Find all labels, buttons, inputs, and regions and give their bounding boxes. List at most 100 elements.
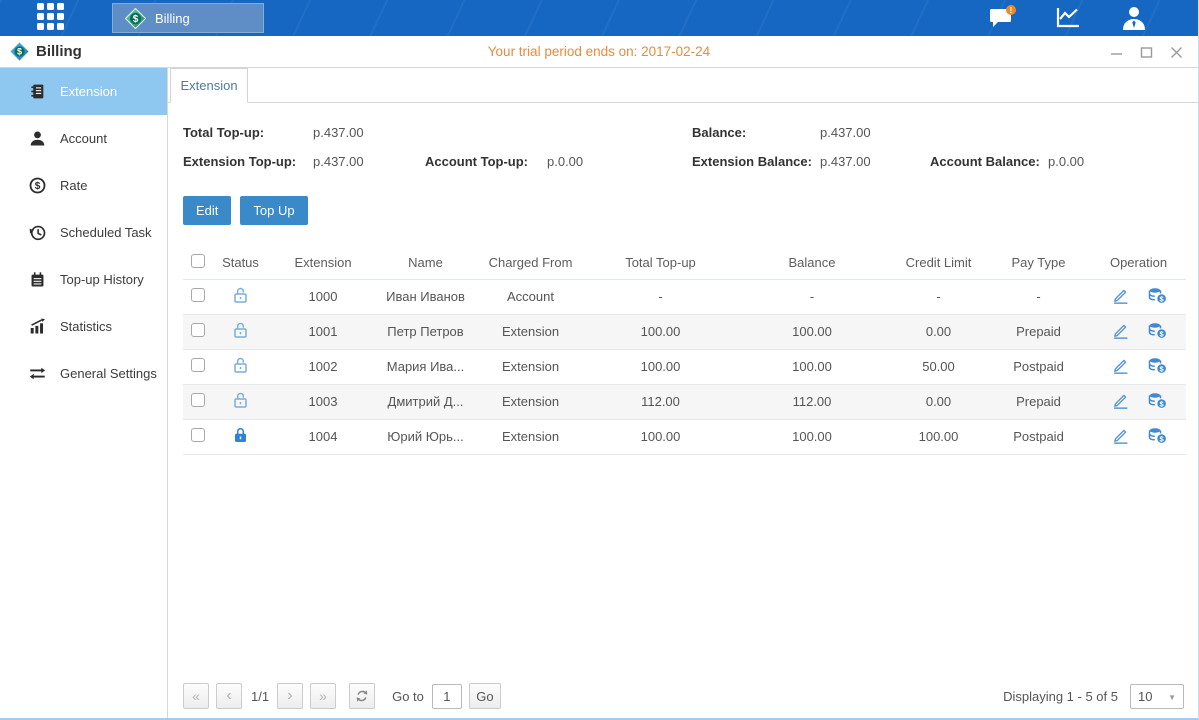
sidebar-item-top-up-history[interactable]: Top-up History [0, 256, 167, 303]
sidebar-item-label: Extension [60, 84, 117, 99]
cell-pay-type: Postpaid [986, 349, 1091, 384]
next-page-icon[interactable] [277, 683, 303, 709]
row-checkbox[interactable] [191, 393, 205, 407]
select-all-checkbox[interactable] [191, 254, 205, 268]
cell-total-top-up: 100.00 [588, 349, 733, 384]
col-extension: Extension [268, 247, 378, 279]
svg-text:$: $ [133, 14, 139, 25]
sidebar: Extension Account $ Rate [0, 68, 168, 718]
top-up-coins-icon[interactable]: $ [1148, 392, 1165, 409]
top-bar: $ Billing ! [0, 0, 1198, 36]
lock-status-icon[interactable] [233, 392, 249, 409]
scheduled-task-icon [29, 224, 47, 241]
sidebar-item-label: General Settings [60, 366, 157, 381]
lock-status-icon[interactable] [233, 427, 249, 444]
displaying-info: Displaying 1 - 5 of 5 [1003, 689, 1118, 704]
extension-balance-label: Extension Balance: [692, 154, 820, 169]
col-credit-limit: Credit Limit [891, 247, 986, 279]
table-row: 1001 Петр Петров Extension 100.00 100.00… [183, 314, 1186, 349]
balance-label: Balance: [692, 125, 820, 140]
window-title: Billing [36, 43, 82, 60]
sidebar-item-label: Top-up History [60, 272, 144, 287]
row-checkbox[interactable] [191, 358, 205, 372]
messages-icon[interactable]: ! [988, 5, 1018, 31]
top-up-coins-icon[interactable]: $ [1148, 287, 1165, 304]
cell-charged-from: Extension [473, 384, 588, 419]
cell-name: Петр Петров [378, 314, 473, 349]
first-page-icon[interactable] [183, 683, 209, 709]
col-total-top-up: Total Top-up [588, 247, 733, 279]
tab-extension[interactable]: Extension [170, 68, 248, 103]
sidebar-item-extension[interactable]: Extension [0, 68, 167, 115]
pagination-bar: 1/1 Go to Go Di [183, 682, 1184, 710]
table-row: 1004 Юрий Юрь... Extension 100.00 100.00… [183, 419, 1186, 454]
sidebar-item-general-settings[interactable]: General Settings [0, 350, 167, 397]
edit-pencil-icon[interactable] [1112, 357, 1129, 374]
last-page-icon[interactable] [310, 683, 336, 709]
cell-balance: 100.00 [733, 419, 891, 454]
lock-status-icon[interactable] [233, 322, 249, 339]
content-area: Extension Total Top-up: p.437.00 Balance… [168, 68, 1198, 718]
cell-total-top-up: 100.00 [588, 314, 733, 349]
cell-balance: - [733, 279, 891, 314]
extension-top-up-value: p.437.00 [313, 154, 425, 169]
top-up-coins-icon[interactable]: $ [1148, 322, 1165, 339]
row-checkbox[interactable] [191, 428, 205, 442]
cell-total-top-up: 112.00 [588, 384, 733, 419]
app-tab-label: Billing [155, 11, 190, 26]
minimize-icon[interactable] [1109, 45, 1124, 60]
account-icon [29, 130, 47, 147]
sidebar-item-label: Account [60, 131, 107, 146]
go-button[interactable]: Go [469, 683, 501, 709]
edit-button[interactable]: Edit [183, 196, 231, 225]
account-balance-label: Account Balance: [930, 154, 1048, 169]
edit-pencil-icon[interactable] [1112, 287, 1129, 304]
sidebar-item-rate[interactable]: $ Rate [0, 162, 167, 209]
cell-total-top-up: - [588, 279, 733, 314]
table-row: 1002 Мария Ива... Extension 100.00 100.0… [183, 349, 1186, 384]
page-size-select[interactable]: 10 [1130, 684, 1184, 709]
col-balance: Balance [733, 247, 891, 279]
account-top-up-label: Account Top-up: [425, 154, 547, 169]
cell-pay-type: Postpaid [986, 419, 1091, 454]
top-up-button[interactable]: Top Up [240, 196, 307, 225]
edit-pencil-icon[interactable] [1112, 427, 1129, 444]
cell-name: Юрий Юрь... [378, 419, 473, 454]
total-top-up-label: Total Top-up: [183, 125, 313, 140]
sidebar-item-scheduled-task[interactable]: Scheduled Task [0, 209, 167, 256]
sidebar-item-statistics[interactable]: Statistics [0, 303, 167, 350]
window-title-bar: $ Billing Your trial period ends on: 201… [0, 36, 1198, 68]
lock-status-icon[interactable] [233, 357, 249, 374]
balance-value: p.437.00 [820, 125, 930, 140]
resource-monitor-icon[interactable] [1054, 5, 1084, 31]
lock-status-icon[interactable] [233, 287, 249, 304]
close-icon[interactable] [1169, 45, 1184, 60]
account-top-up-value: p.0.00 [547, 154, 692, 169]
top-up-coins-icon[interactable]: $ [1148, 427, 1165, 444]
apps-grid-icon[interactable] [37, 3, 68, 34]
col-operation: Operation [1091, 247, 1186, 279]
sidebar-item-account[interactable]: Account [0, 115, 167, 162]
user-icon[interactable] [1120, 5, 1150, 31]
go-to-page-input[interactable] [432, 684, 462, 709]
cell-credit-limit: 100.00 [891, 419, 986, 454]
cell-extension: 1003 [268, 384, 378, 419]
general-settings-icon [29, 365, 47, 382]
top-up-coins-icon[interactable]: $ [1148, 357, 1165, 374]
cell-charged-from: Account [473, 279, 588, 314]
edit-pencil-icon[interactable] [1112, 392, 1129, 409]
sidebar-item-label: Rate [60, 178, 87, 193]
prev-page-icon[interactable] [216, 683, 242, 709]
cell-balance: 100.00 [733, 349, 891, 384]
refresh-icon[interactable] [349, 683, 375, 709]
billing-summary: Total Top-up: p.437.00 Balance: p.437.00… [183, 118, 1184, 176]
billing-app-tab[interactable]: $ Billing [112, 3, 264, 33]
cell-charged-from: Extension [473, 419, 588, 454]
cell-credit-limit: 0.00 [891, 314, 986, 349]
cell-extension: 1004 [268, 419, 378, 454]
row-checkbox[interactable] [191, 288, 205, 302]
edit-pencil-icon[interactable] [1112, 322, 1129, 339]
maximize-icon[interactable] [1139, 45, 1154, 60]
cell-balance: 112.00 [733, 384, 891, 419]
row-checkbox[interactable] [191, 323, 205, 337]
